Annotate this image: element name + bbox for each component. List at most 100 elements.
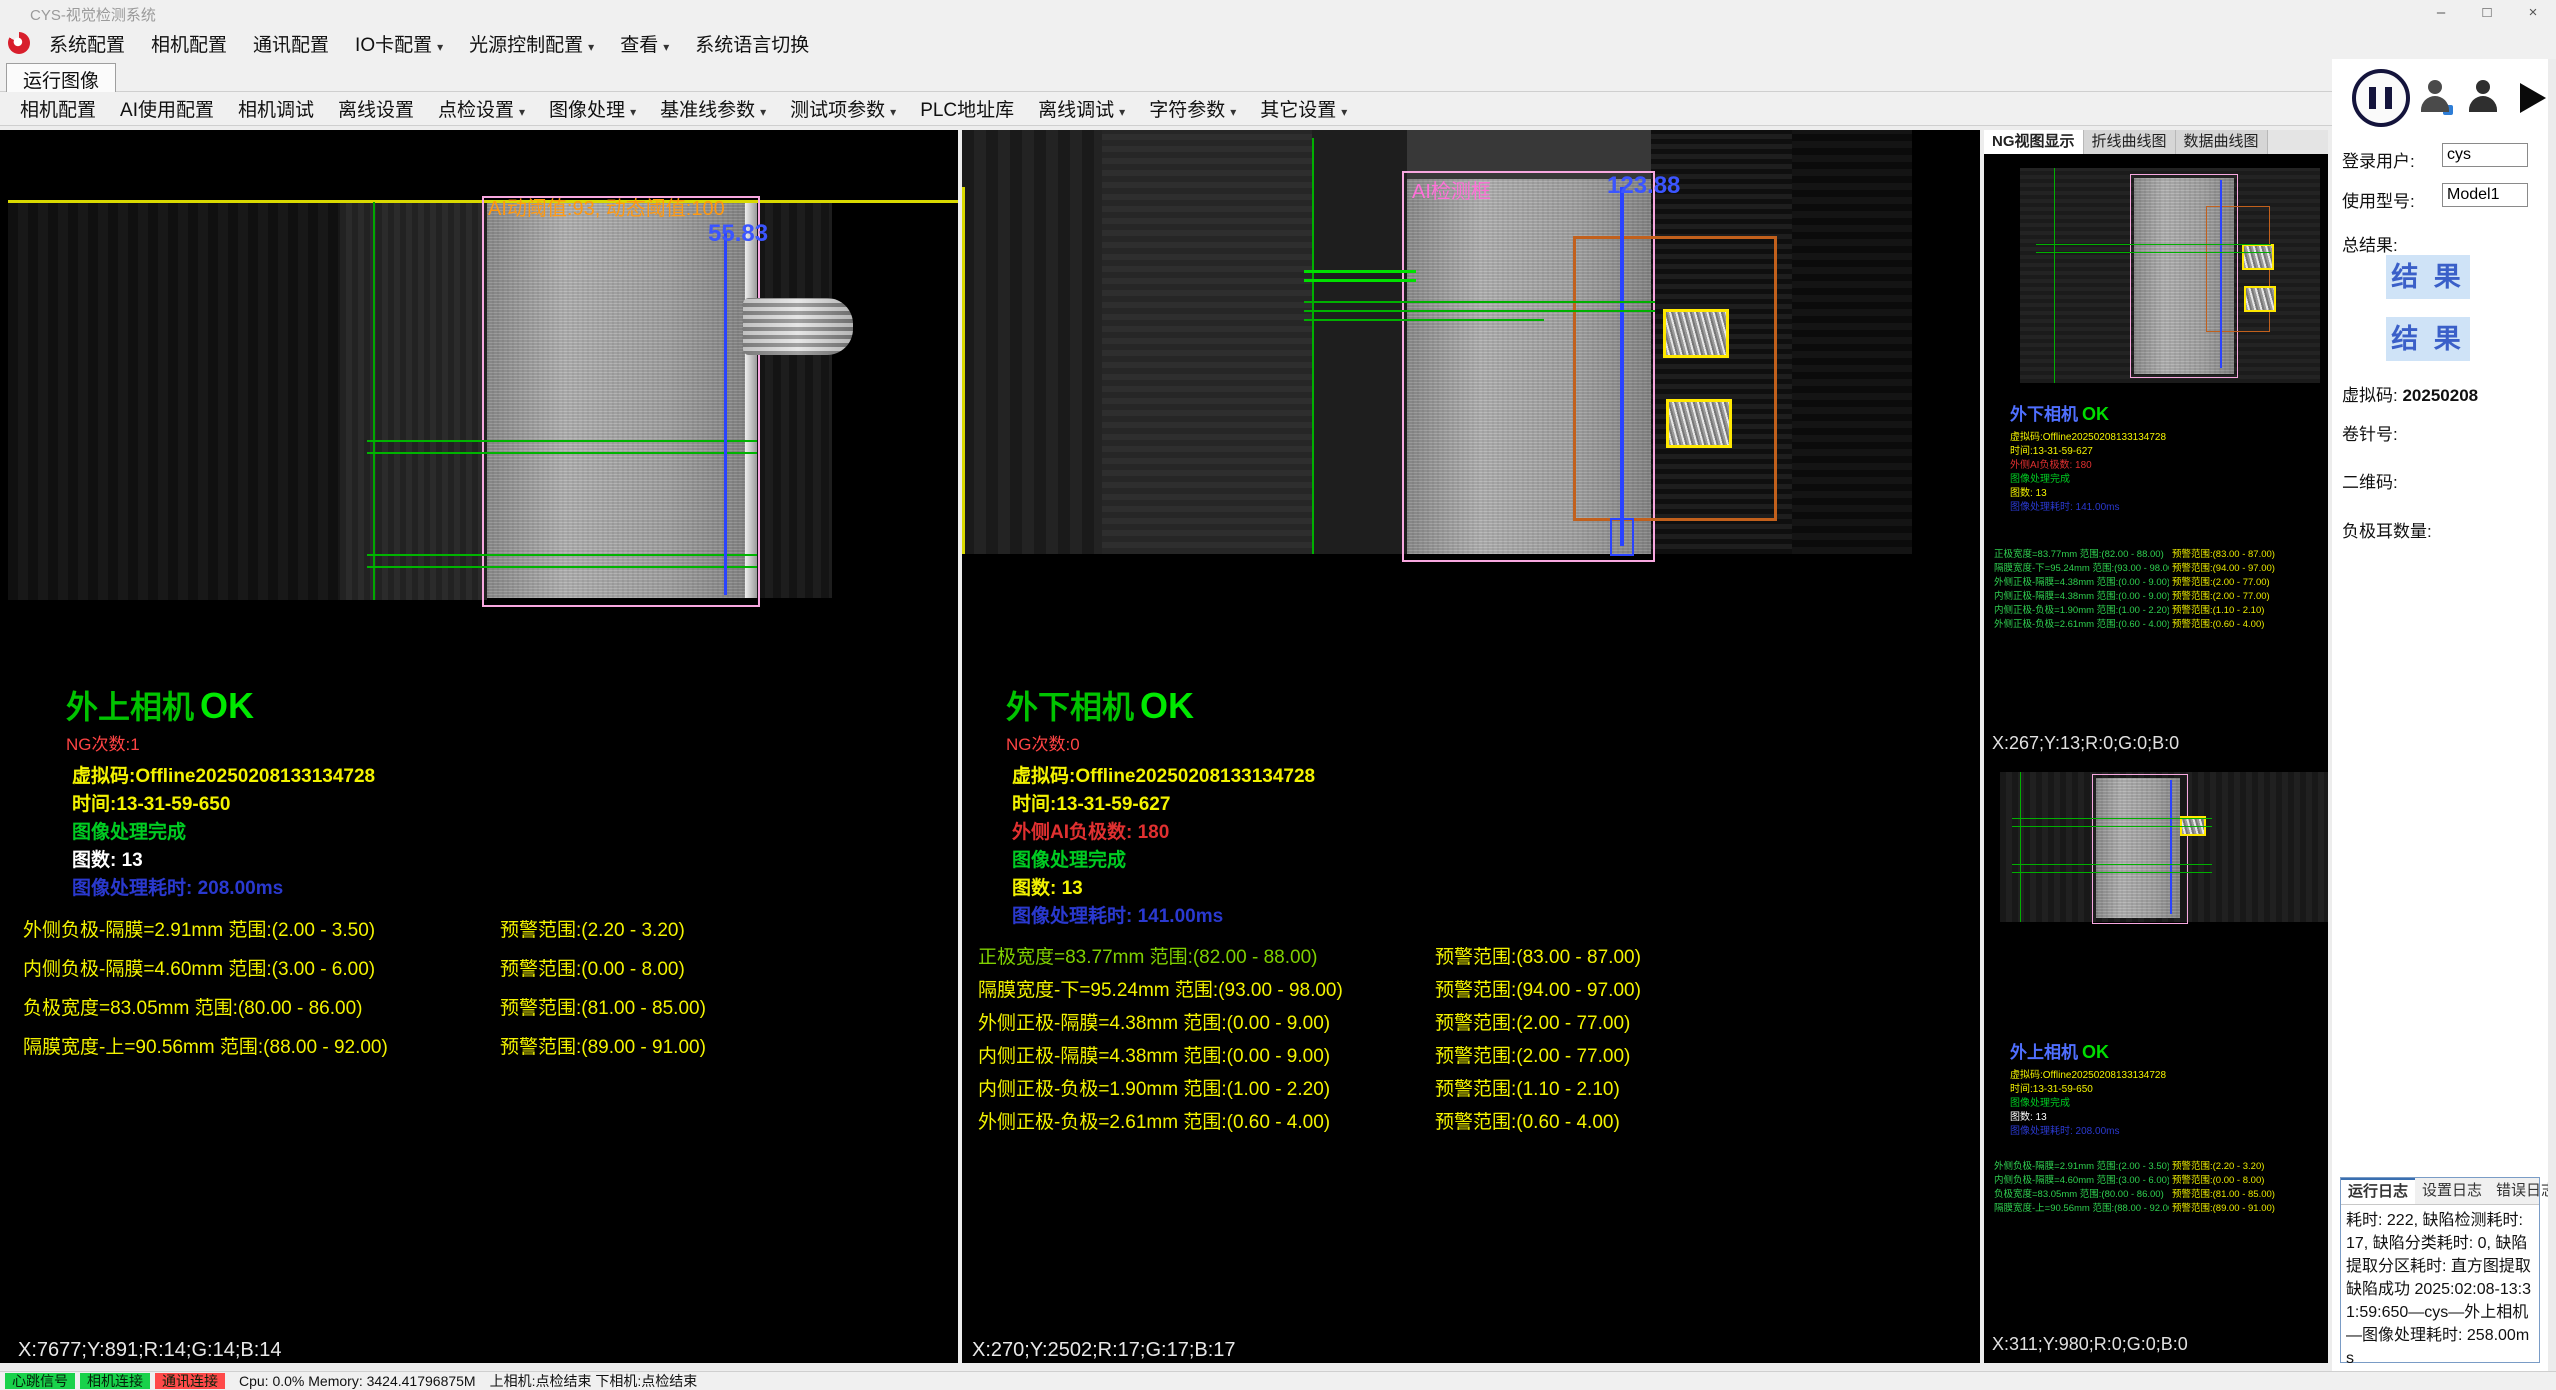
green-measure-line	[2012, 818, 2212, 819]
maximize-button[interactable]: □	[2464, 0, 2510, 26]
green-reference-line	[373, 202, 375, 600]
tab-settings-log[interactable]: 设置日志	[2415, 1178, 2489, 1204]
green-reference-line	[2020, 772, 2021, 922]
minimize-button[interactable]: –	[2418, 0, 2464, 26]
camera-view-upper[interactable]: AI动阈值:93, 动态阈值:100 55.83 外上相机OK NG次数:1 虚…	[8, 130, 958, 1363]
menu-io-card-config[interactable]: IO卡配置	[342, 30, 456, 57]
menu-comm-config[interactable]: 通讯配置	[240, 30, 342, 57]
user-button[interactable]	[2416, 77, 2454, 117]
tool-spot-check-settings[interactable]: 点检设置	[426, 95, 537, 122]
ng-thumbnail-upper-camera[interactable]: 外上相机OK 虚拟码:Offline20250208133134728 时间:1…	[1984, 760, 2328, 1331]
process-time-line: 图像处理耗时: 208.00ms	[72, 875, 958, 903]
measurement-text: 内侧正极-隔膜=4.38mm 范围:(0.00 - 9.00)	[978, 1041, 1330, 1068]
tool-test-item-params[interactable]: 测试项参数	[778, 95, 908, 122]
tool-offline-settings[interactable]: 离线设置	[326, 95, 426, 122]
warning-range-text: 预警范围:(89.00 - 91.00)	[2172, 1200, 2275, 1214]
model-field[interactable]	[2442, 183, 2528, 207]
virtual-code-label: 虚拟码:	[2342, 386, 2398, 405]
tool-baseline-params[interactable]: 基准线参数	[648, 95, 778, 122]
tab-line-chart[interactable]: 折线曲线图	[2084, 130, 2176, 154]
measurement-text: 隔膜宽度-下=95.24mm 范围:(93.00 - 98.00)	[1994, 560, 2169, 574]
measurement-text: 隔膜宽度-下=95.24mm 范围:(93.00 - 98.00)	[978, 975, 1343, 1002]
menu-camera-config[interactable]: 相机配置	[138, 30, 240, 57]
titlebar: CYS-视觉检测系统 – □ ×	[0, 0, 2556, 26]
comm-connection-badge: 通讯连接	[155, 1373, 225, 1389]
user-settings-button[interactable]	[2464, 77, 2502, 117]
tab-run-log[interactable]: 运行日志	[2341, 1178, 2415, 1204]
measurement-text: 外侧正极-负极=2.61mm 范围:(0.60 - 4.00)	[978, 1107, 1330, 1134]
menu-language-switch[interactable]: 系统语言切换	[682, 30, 822, 57]
measurement-text: 负极宽度=83.05mm 范围:(80.00 - 86.00)	[23, 993, 363, 1020]
tab-row: 运行图像	[0, 60, 2332, 92]
result-badge-upper: 结 果	[2386, 255, 2470, 299]
time-line: 时间:13-31-59-650	[2010, 1083, 2320, 1097]
green-measure-line	[1304, 319, 1544, 321]
green-measure-line	[2012, 864, 2212, 865]
camera-name: 外下相机	[1006, 689, 1134, 725]
tab-run-image[interactable]: 运行图像	[6, 63, 116, 95]
green-measure-line	[2036, 252, 2271, 253]
log-tabs: 运行日志 设置日志 错误日志	[2341, 1178, 2539, 1205]
tool-offline-debug[interactable]: 离线调试	[1026, 95, 1137, 122]
ai-detection-box	[482, 196, 760, 607]
green-measure-line	[2036, 244, 2271, 245]
process-time-line: 图像处理耗时: 208.00ms	[2010, 1125, 2320, 1139]
tool-image-processing[interactable]: 图像处理	[537, 95, 648, 122]
warning-range-text: 预警范围:(94.00 - 97.00)	[2172, 560, 2275, 574]
ng-thumbnail-lower-camera[interactable]: 外下相机OK 虚拟码:Offline20250208133134728 时间:1…	[1984, 154, 2328, 730]
machine-background	[1792, 130, 1912, 554]
green-measure-line	[367, 452, 757, 454]
tool-ai-usage-config[interactable]: AI使用配置	[108, 95, 226, 122]
blue-measure-line	[1620, 187, 1624, 546]
camera-view-lower[interactable]: AI检测框 123.88 外下相机OK NG次数:0 虚拟码:Offline20…	[962, 130, 1980, 1363]
pause-button[interactable]	[2352, 69, 2410, 127]
menu-system-config[interactable]: 系统配置	[36, 30, 138, 57]
tab-ng-view[interactable]: NG视图显示	[1984, 130, 2084, 154]
yellow-tab-box	[1663, 309, 1729, 358]
warning-range-text: 预警范围:(1.10 - 2.10)	[1435, 1074, 1620, 1101]
model-label: 使用型号:	[2342, 187, 2415, 212]
time-line: 时间:13-31-59-627	[1012, 791, 1980, 819]
vertical-scrollbar[interactable]	[2548, 59, 2556, 1371]
tab-data-chart[interactable]: 数据曲线图	[2176, 130, 2268, 154]
warning-range-text: 预警范围:(2.00 - 77.00)	[2172, 574, 2270, 588]
time-line: 时间:13-31-59-627	[2010, 445, 2320, 459]
tool-camera-debug[interactable]: 相机调试	[226, 95, 326, 122]
tool-camera-config[interactable]: 相机配置	[8, 95, 108, 122]
tab-error-log[interactable]: 错误日志	[2489, 1178, 2556, 1204]
tool-other-settings[interactable]: 其它设置	[1248, 95, 1359, 122]
tool-plc-address-lib[interactable]: PLC地址库	[908, 95, 1026, 122]
image-count-line: 图数: 13	[2010, 487, 2320, 501]
measure-value-overlay: 123.88	[1607, 172, 1680, 200]
measurement-row: 负极宽度=83.05mm 范围:(80.00 - 86.00)预警范围:(81.…	[8, 993, 958, 1032]
green-measure-line	[1304, 310, 1655, 312]
measurement-row: 内侧负极-隔膜=4.60mm 范围:(3.00 - 6.00)预警范围:(0.0…	[8, 954, 958, 993]
ai-box-label: AI检测框	[1412, 175, 1491, 204]
yellow-tab-box	[2242, 244, 2274, 270]
measurement-list-lower: 正极宽度=83.77mm 范围:(82.00 - 88.00)预警范围:(83.…	[962, 942, 1980, 1140]
machine-background	[757, 203, 832, 598]
menu-light-control-config[interactable]: 光源控制配置	[456, 30, 607, 57]
measurement-text: 内侧正极-负极=1.90mm 范围:(1.00 - 2.20)	[1994, 602, 2169, 616]
ai-threshold-overlay: AI动阈值:93, 动态阈值:100	[488, 192, 725, 221]
yellow-reference-line	[962, 187, 965, 554]
camera-connection-badge: 相机连接	[80, 1373, 150, 1389]
yellow-tab-box	[2244, 286, 2276, 312]
blue-measure-line	[2220, 180, 2222, 368]
thumb-measurement-list: 正极宽度=83.77mm 范围:(82.00 - 88.00)预警范围:(83.…	[1994, 546, 2328, 630]
window-controls: – □ ×	[2418, 0, 2556, 26]
image-count-line: 图数: 13	[72, 847, 958, 875]
tool-char-params[interactable]: 字符参数	[1137, 95, 1248, 122]
measurement-text: 外侧负极-隔膜=2.91mm 范围:(2.00 - 3.50)	[1994, 1158, 2169, 1172]
close-button[interactable]: ×	[2510, 0, 2556, 26]
measurement-row: 隔膜宽度-上=90.56mm 范围:(88.00 - 92.00)预警范围:(8…	[8, 1032, 958, 1071]
run-cursor-icon[interactable]	[2520, 83, 2546, 113]
measurement-row: 外侧正极-隔膜=4.38mm 范围:(0.00 - 9.00)预警范围:(2.0…	[962, 1008, 1980, 1041]
result-ok-label: OK	[2082, 404, 2109, 424]
image-count-line: 图数: 13	[2010, 1111, 2320, 1125]
machine-background	[8, 200, 340, 600]
camera-result-text-lower: 外下相机OK NG次数:0 虚拟码:Offline202502081331347…	[962, 682, 1980, 931]
login-user-field[interactable]	[2442, 143, 2528, 167]
menu-view[interactable]: 查看	[607, 30, 682, 57]
pixel-coords-thumb2: X:311;Y:980;R:0;G:0;B:0	[1984, 1331, 2328, 1357]
